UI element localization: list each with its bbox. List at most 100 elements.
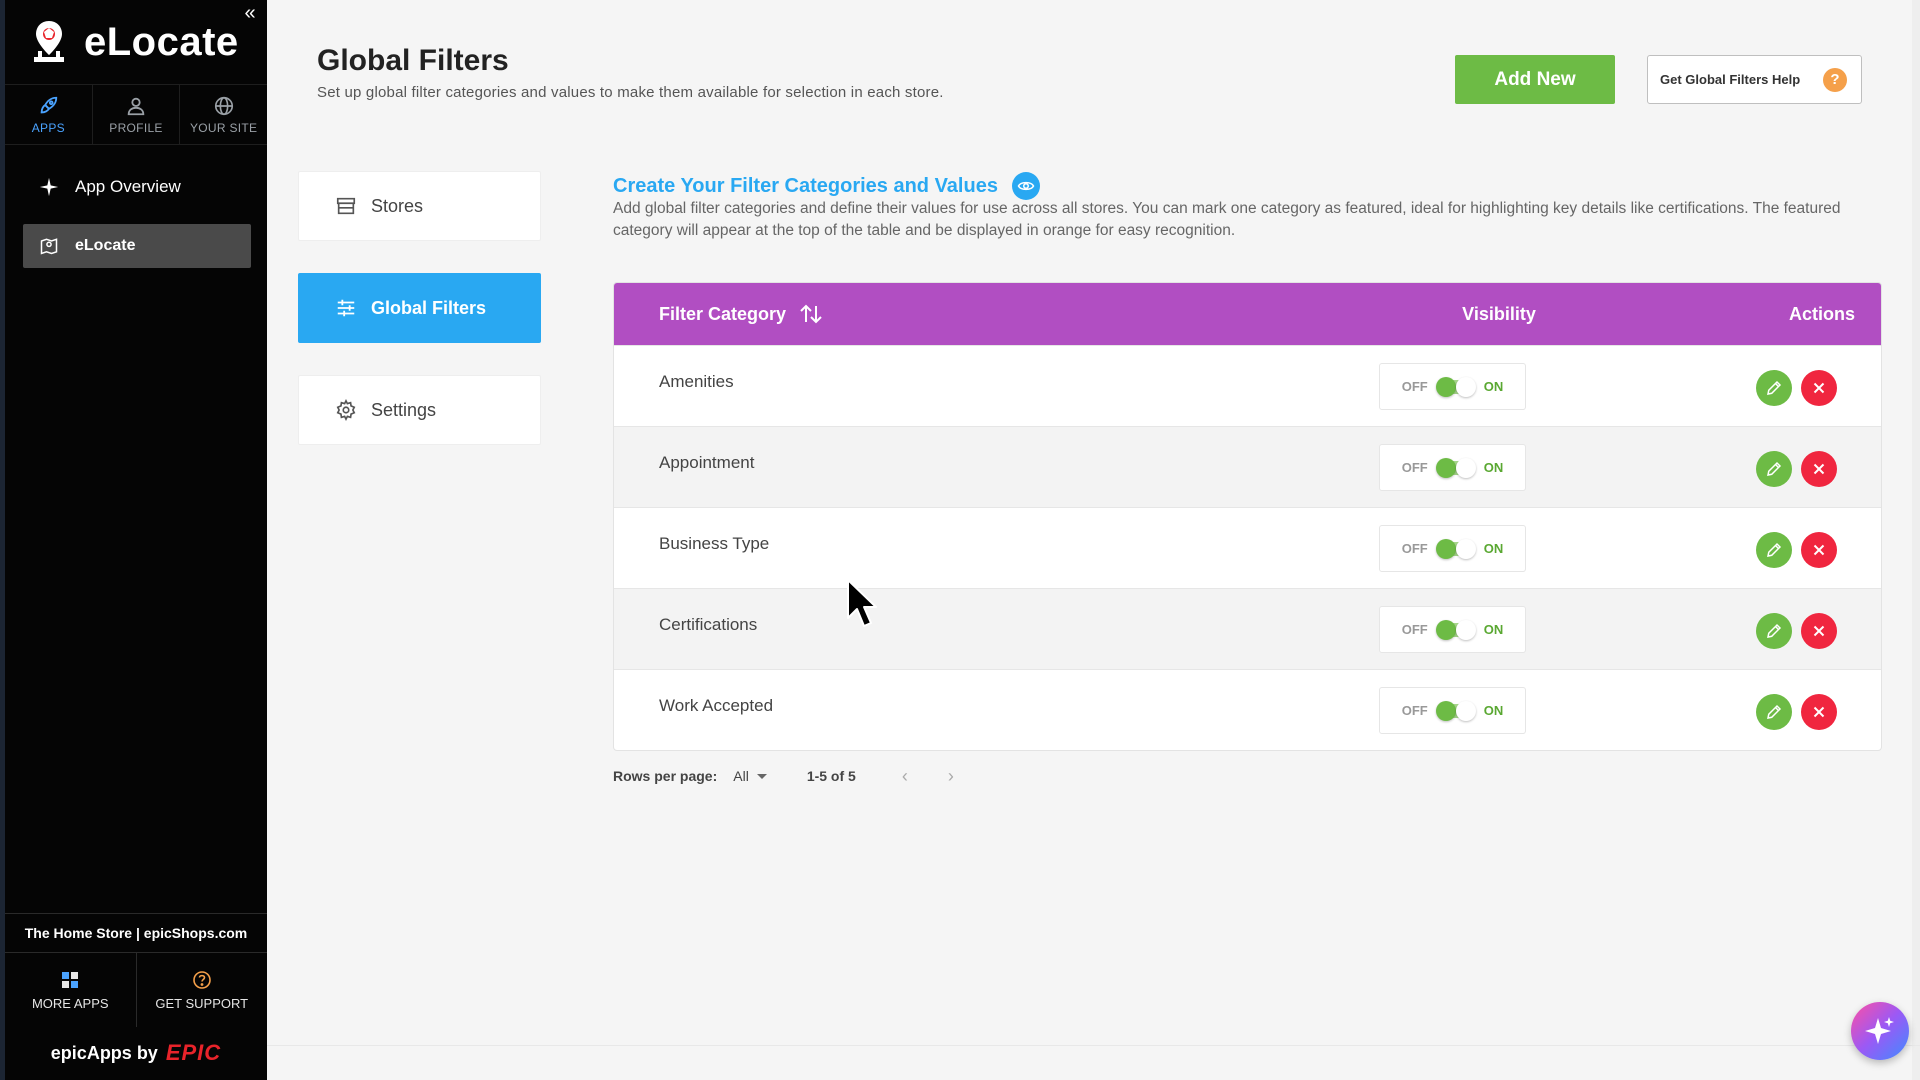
pagination-range: 1-5 of 5 [806,768,856,784]
sort-filter-category[interactable]: Filter Category [659,283,824,345]
switch-knob [1435,457,1456,478]
elocate-logo-icon [34,21,64,62]
rows-per-page-label: Rows per page: [613,768,718,784]
user-icon [127,97,145,115]
global-filters-help-button[interactable]: Get Global Filters Help ? [1647,55,1862,104]
toggle-on-label: ON [1483,703,1504,718]
page-subtitle: Set up global filter categories and valu… [317,84,944,101]
tab-apps[interactable]: APPS [5,85,93,144]
collapse-sidebar-icon[interactable]: « [240,2,260,24]
brand[interactable]: eLocate [28,14,239,70]
table-row: Appointment OFF ON [614,426,1881,507]
get-support-button[interactable]: GET SUPPORT [137,953,268,1027]
visibility-switch[interactable] [1435,700,1476,721]
delete-button[interactable] [1801,370,1837,406]
page-title: Global Filters [317,44,509,77]
sparkle-icon [39,177,59,197]
edit-button[interactable] [1756,613,1792,649]
visibility-switch[interactable] [1435,457,1476,478]
visibility-toggle[interactable]: OFF ON [1379,687,1526,734]
table-header: Filter Category Visibility Actions [614,283,1881,345]
help-button-label: Get Global Filters Help [1660,72,1801,87]
close-icon [1813,544,1825,556]
visibility-switch[interactable] [1435,376,1476,397]
switch-knob [1435,619,1456,640]
rocket-icon [40,96,58,113]
next-page-button[interactable]: › [940,765,962,787]
tab-profile[interactable]: PROFILE [93,85,181,144]
store-name[interactable]: The Home Store | epicShops.com [5,913,267,953]
edit-button[interactable] [1756,451,1792,487]
delete-button[interactable] [1801,532,1837,568]
visibility-switch[interactable] [1435,619,1476,640]
menu-item-settings[interactable]: Settings [298,375,541,445]
close-icon [1813,463,1825,475]
visibility-toggle[interactable]: OFF ON [1379,525,1526,572]
visibility-switch[interactable] [1435,538,1476,559]
more-apps-button[interactable]: MORE APPS [5,953,137,1027]
switch-knob-shadow [1455,376,1476,397]
visibility-toggle[interactable]: OFF ON [1379,606,1526,653]
eye-icon[interactable] [1011,172,1040,200]
gear-icon [336,399,356,421]
switch-knob [1435,376,1456,397]
sidebar-item-elocate[interactable]: eLocate [23,224,251,268]
sidebar-top-tabs: APPS PROFILE YOUR SITE [5,84,267,145]
visibility-toggle[interactable]: OFF ON [1379,444,1526,491]
switch-knob-shadow [1455,538,1476,559]
brand-name: eLocate [84,19,239,64]
delete-button[interactable] [1801,694,1837,730]
sidebar-item-label: App Overview [75,177,181,196]
filter-category-name: Work Accepted [659,696,774,715]
switch-knob-shadow [1455,457,1476,478]
store-icon [336,197,356,215]
globe-icon [214,96,233,115]
pencil-icon [1767,623,1782,638]
menu-item-label: Stores [371,195,424,216]
column-header-category: Filter Category [659,303,787,324]
edit-button[interactable] [1756,532,1792,568]
epicapps-footer[interactable]: epicApps by EPIC [5,1040,267,1066]
switch-knob-shadow [1455,619,1476,640]
help-circle-icon [192,970,211,989]
filter-category-name: Appointment [659,453,755,472]
scrollbar-track[interactable] [1912,0,1920,1080]
close-icon [1813,706,1825,718]
toggle-on-label: ON [1483,622,1504,637]
column-header-actions: Actions [1788,303,1855,324]
tab-your-site[interactable]: YOUR SITE [180,85,267,144]
visibility-toggle[interactable]: OFF ON [1379,363,1526,410]
switch-knob-shadow [1455,700,1476,721]
sidebar-item-app-overview[interactable]: App Overview [23,165,251,209]
sort-arrows-icon [800,304,822,324]
epicapps-by-text: epicApps by [50,1042,158,1063]
previous-page-button[interactable]: ‹ [894,765,916,787]
caret-down-icon [756,773,767,779]
ai-assistant-button[interactable] [1851,1002,1909,1060]
edit-button[interactable] [1756,694,1792,730]
tab-apps-label: APPS [31,120,65,135]
delete-button[interactable] [1801,451,1837,487]
rows-per-page-select[interactable]: All [733,768,767,784]
sparkle-icon [1865,1017,1894,1044]
sidebar-item-label: eLocate [75,237,136,254]
get-support-label: GET SUPPORT [155,995,249,1011]
delete-button[interactable] [1801,613,1837,649]
edit-button[interactable] [1756,370,1792,406]
table-body: Amenities OFF ON Appointment OFF ON Busi… [614,345,1881,750]
tab-profile-label: PROFILE [109,120,163,135]
menu-item-stores[interactable]: Stores [298,171,541,241]
grid-icon [62,971,79,988]
divider [267,1045,1920,1046]
pencil-icon [1767,542,1782,557]
mouse-cursor-icon [847,579,877,627]
filter-categories-table: Filter Category Visibility Actions Ameni… [613,282,1882,751]
map-pin-icon [40,238,58,255]
pencil-icon [1767,704,1782,719]
filter-category-name: Certifications [659,615,758,634]
rows-per-page-value: All [733,768,749,784]
menu-item-global-filters[interactable]: Global Filters [298,273,541,343]
pagination: Rows per page: All 1-5 of 5 ‹ › [613,765,986,787]
store-name-text: The Home Store | epicShops.com [24,925,248,941]
add-new-button[interactable]: Add New [1455,55,1615,104]
